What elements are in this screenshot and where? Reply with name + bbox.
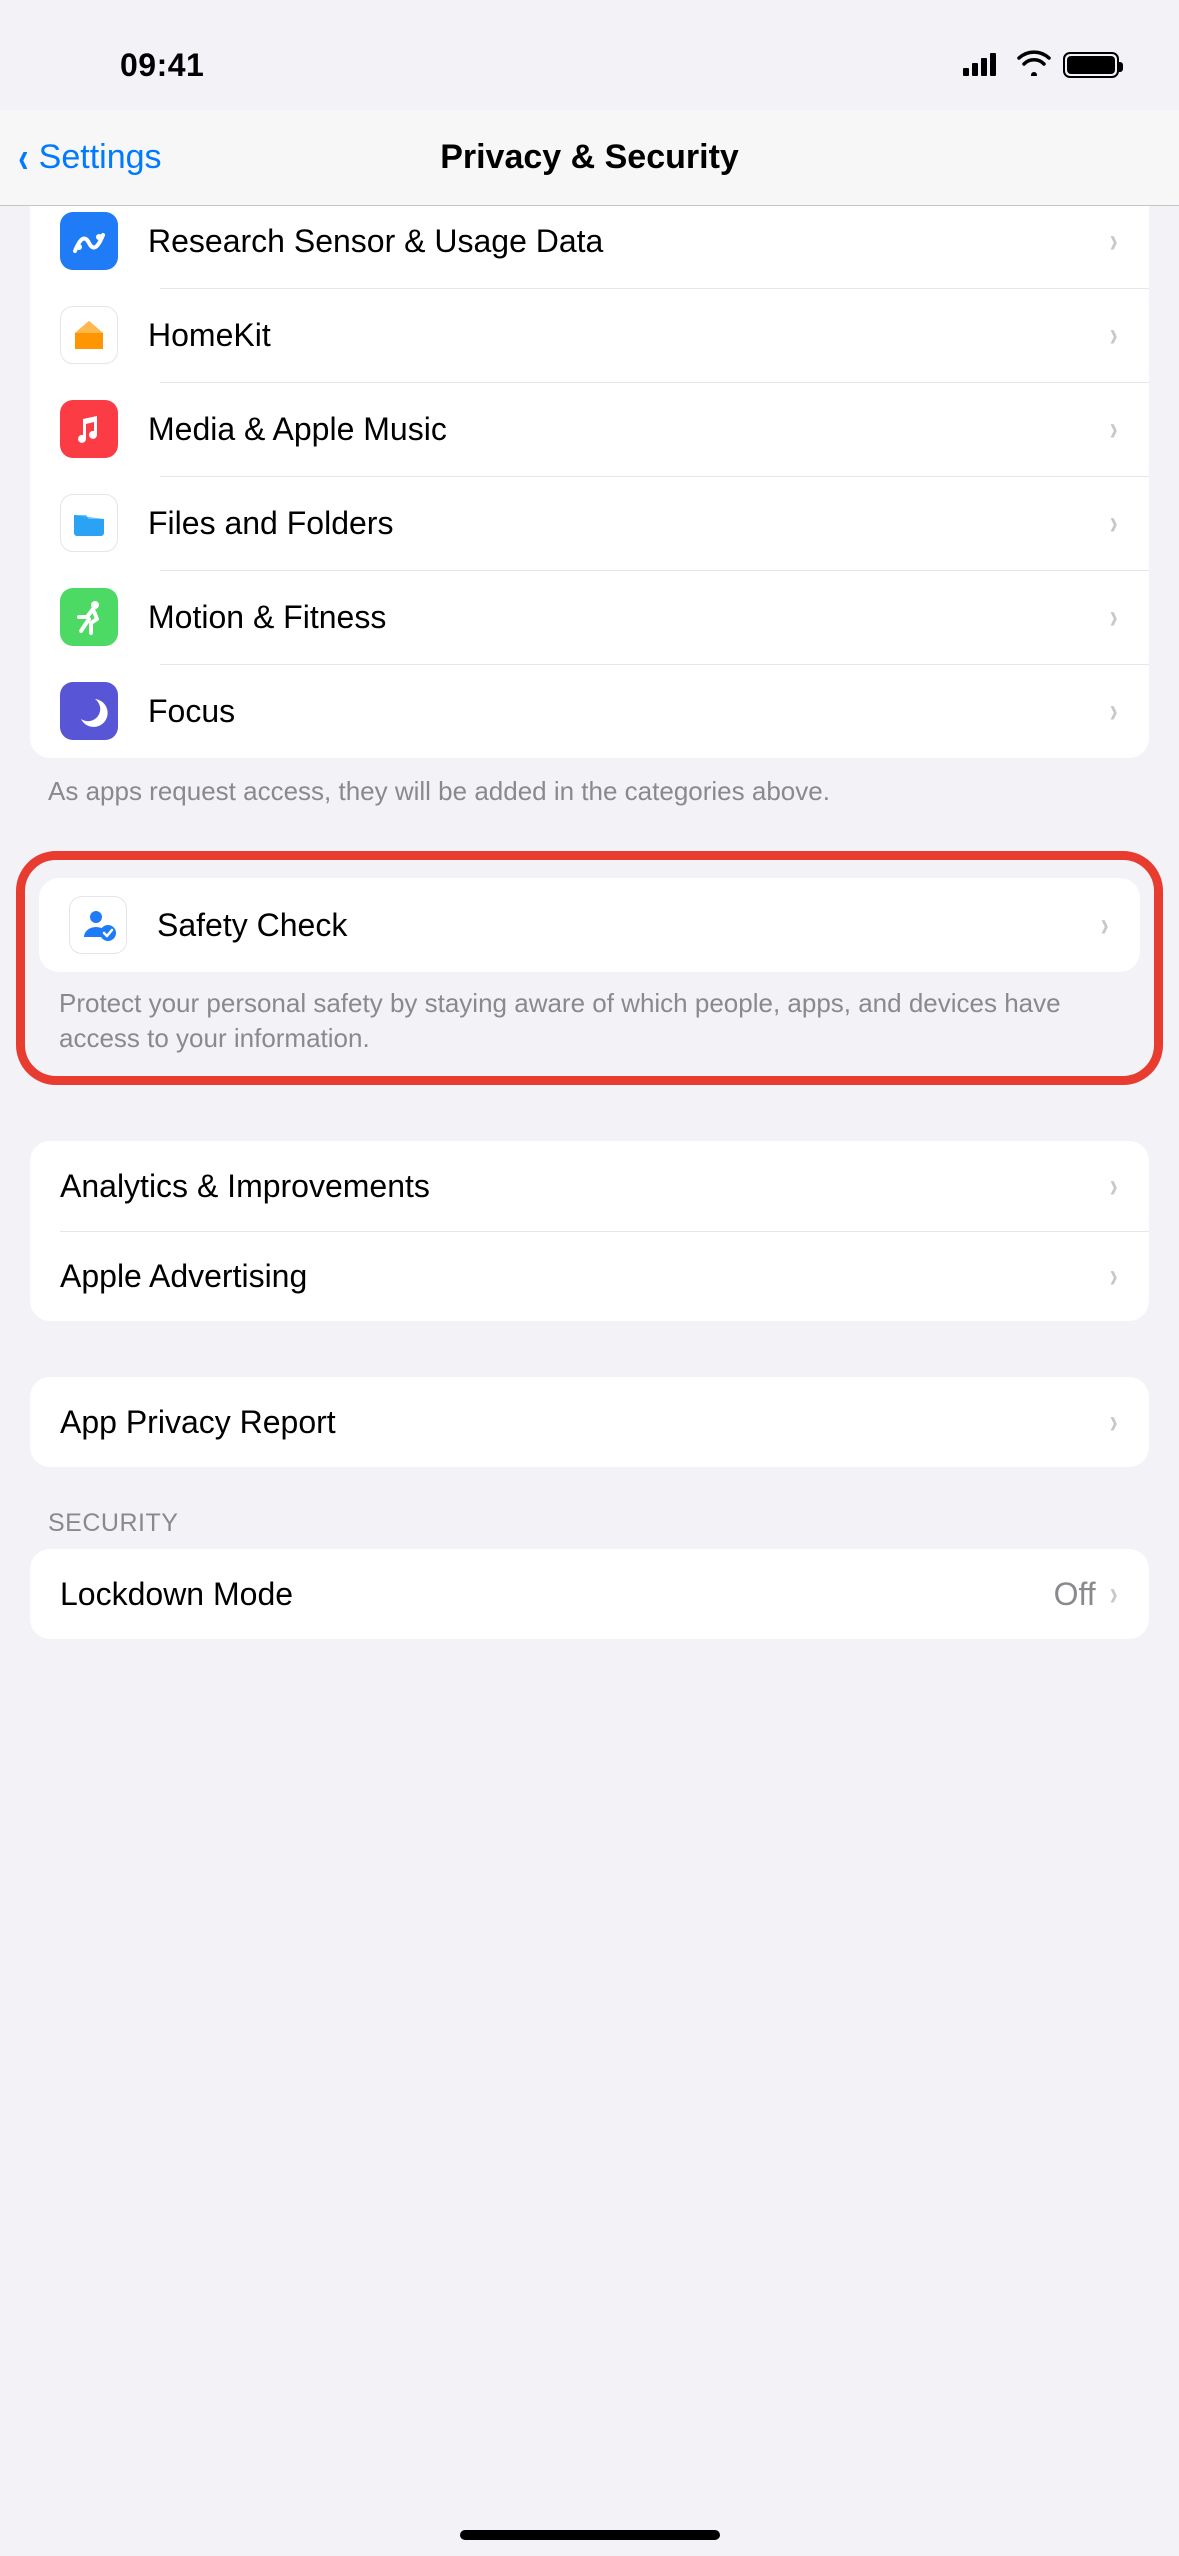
row-analytics[interactable]: Analytics & Improvements ›	[30, 1141, 1149, 1231]
back-button[interactable]: ‹ Settings	[0, 136, 162, 180]
status-indicators	[963, 50, 1139, 81]
nav-bar: ‹ Settings Privacy & Security	[0, 110, 1179, 206]
settings-scroll[interactable]: Research Sensor & Usage Data › HomeKit ›…	[0, 206, 1179, 1719]
safety-footer: Protect your personal safety by staying …	[25, 972, 1154, 1064]
row-label: HomeKit	[148, 317, 1108, 354]
row-label: Files and Folders	[148, 505, 1108, 542]
row-label: Lockdown Mode	[60, 1576, 1054, 1613]
chevron-left-icon: ‹	[18, 136, 28, 180]
row-label: Focus	[148, 693, 1108, 730]
chevron-right-icon: ›	[1109, 1167, 1117, 1206]
chevron-right-icon: ›	[1109, 598, 1117, 637]
chevron-right-icon: ›	[1109, 1403, 1117, 1442]
page-title: Privacy & Security	[0, 138, 1179, 177]
row-safety-check[interactable]: Safety Check ›	[39, 878, 1140, 972]
row-value: Off	[1054, 1576, 1096, 1613]
row-media-apple-music[interactable]: Media & Apple Music ›	[30, 382, 1149, 476]
security-group: Lockdown Mode Off ›	[30, 1549, 1149, 1639]
home-indicator[interactable]	[460, 2530, 720, 2540]
row-label: Motion & Fitness	[148, 599, 1108, 636]
row-label: Research Sensor & Usage Data	[148, 223, 1108, 260]
row-focus[interactable]: Focus ›	[30, 664, 1149, 758]
row-research-sensor[interactable]: Research Sensor & Usage Data ›	[30, 206, 1149, 288]
cellular-icon	[963, 50, 1005, 81]
row-label: App Privacy Report	[60, 1404, 1108, 1441]
motion-fitness-icon	[60, 588, 118, 646]
analytics-group: Analytics & Improvements › Apple Adverti…	[30, 1141, 1149, 1321]
row-lockdown-mode[interactable]: Lockdown Mode Off ›	[30, 1549, 1149, 1639]
row-label: Safety Check	[157, 907, 1099, 944]
chevron-right-icon: ›	[1109, 1575, 1117, 1614]
focus-icon	[60, 682, 118, 740]
row-motion-fitness[interactable]: Motion & Fitness ›	[30, 570, 1149, 664]
battery-icon	[1063, 52, 1119, 78]
files-folders-icon	[60, 494, 118, 552]
chevron-right-icon: ›	[1100, 906, 1108, 945]
privacy-report-group: App Privacy Report ›	[30, 1377, 1149, 1467]
safety-group: Safety Check ›	[39, 878, 1140, 972]
row-label: Analytics & Improvements	[60, 1168, 1108, 1205]
chevron-right-icon: ›	[1109, 222, 1117, 261]
row-label: Media & Apple Music	[148, 411, 1108, 448]
row-files-folders[interactable]: Files and Folders ›	[30, 476, 1149, 570]
safety-check-highlight: Safety Check › Protect your personal saf…	[16, 851, 1163, 1085]
chevron-right-icon: ›	[1109, 692, 1117, 731]
row-homekit[interactable]: HomeKit ›	[30, 288, 1149, 382]
back-label: Settings	[39, 138, 162, 177]
chevron-right-icon: ›	[1109, 1257, 1117, 1296]
chevron-right-icon: ›	[1109, 504, 1117, 543]
homekit-icon	[60, 306, 118, 364]
apple-music-icon	[60, 400, 118, 458]
security-header: Security	[0, 1467, 1179, 1549]
wifi-icon	[1017, 50, 1051, 81]
row-label: Apple Advertising	[60, 1258, 1108, 1295]
safety-check-icon	[69, 896, 127, 954]
chevron-right-icon: ›	[1109, 316, 1117, 355]
status-bar: 09:41	[0, 0, 1179, 110]
access-group: Research Sensor & Usage Data › HomeKit ›…	[30, 206, 1149, 758]
row-app-privacy-report[interactable]: App Privacy Report ›	[30, 1377, 1149, 1467]
row-apple-advertising[interactable]: Apple Advertising ›	[30, 1231, 1149, 1321]
access-footer: As apps request access, they will be add…	[0, 758, 1179, 825]
status-time: 09:41	[40, 47, 204, 84]
chevron-right-icon: ›	[1109, 410, 1117, 449]
research-sensor-icon	[60, 212, 118, 270]
